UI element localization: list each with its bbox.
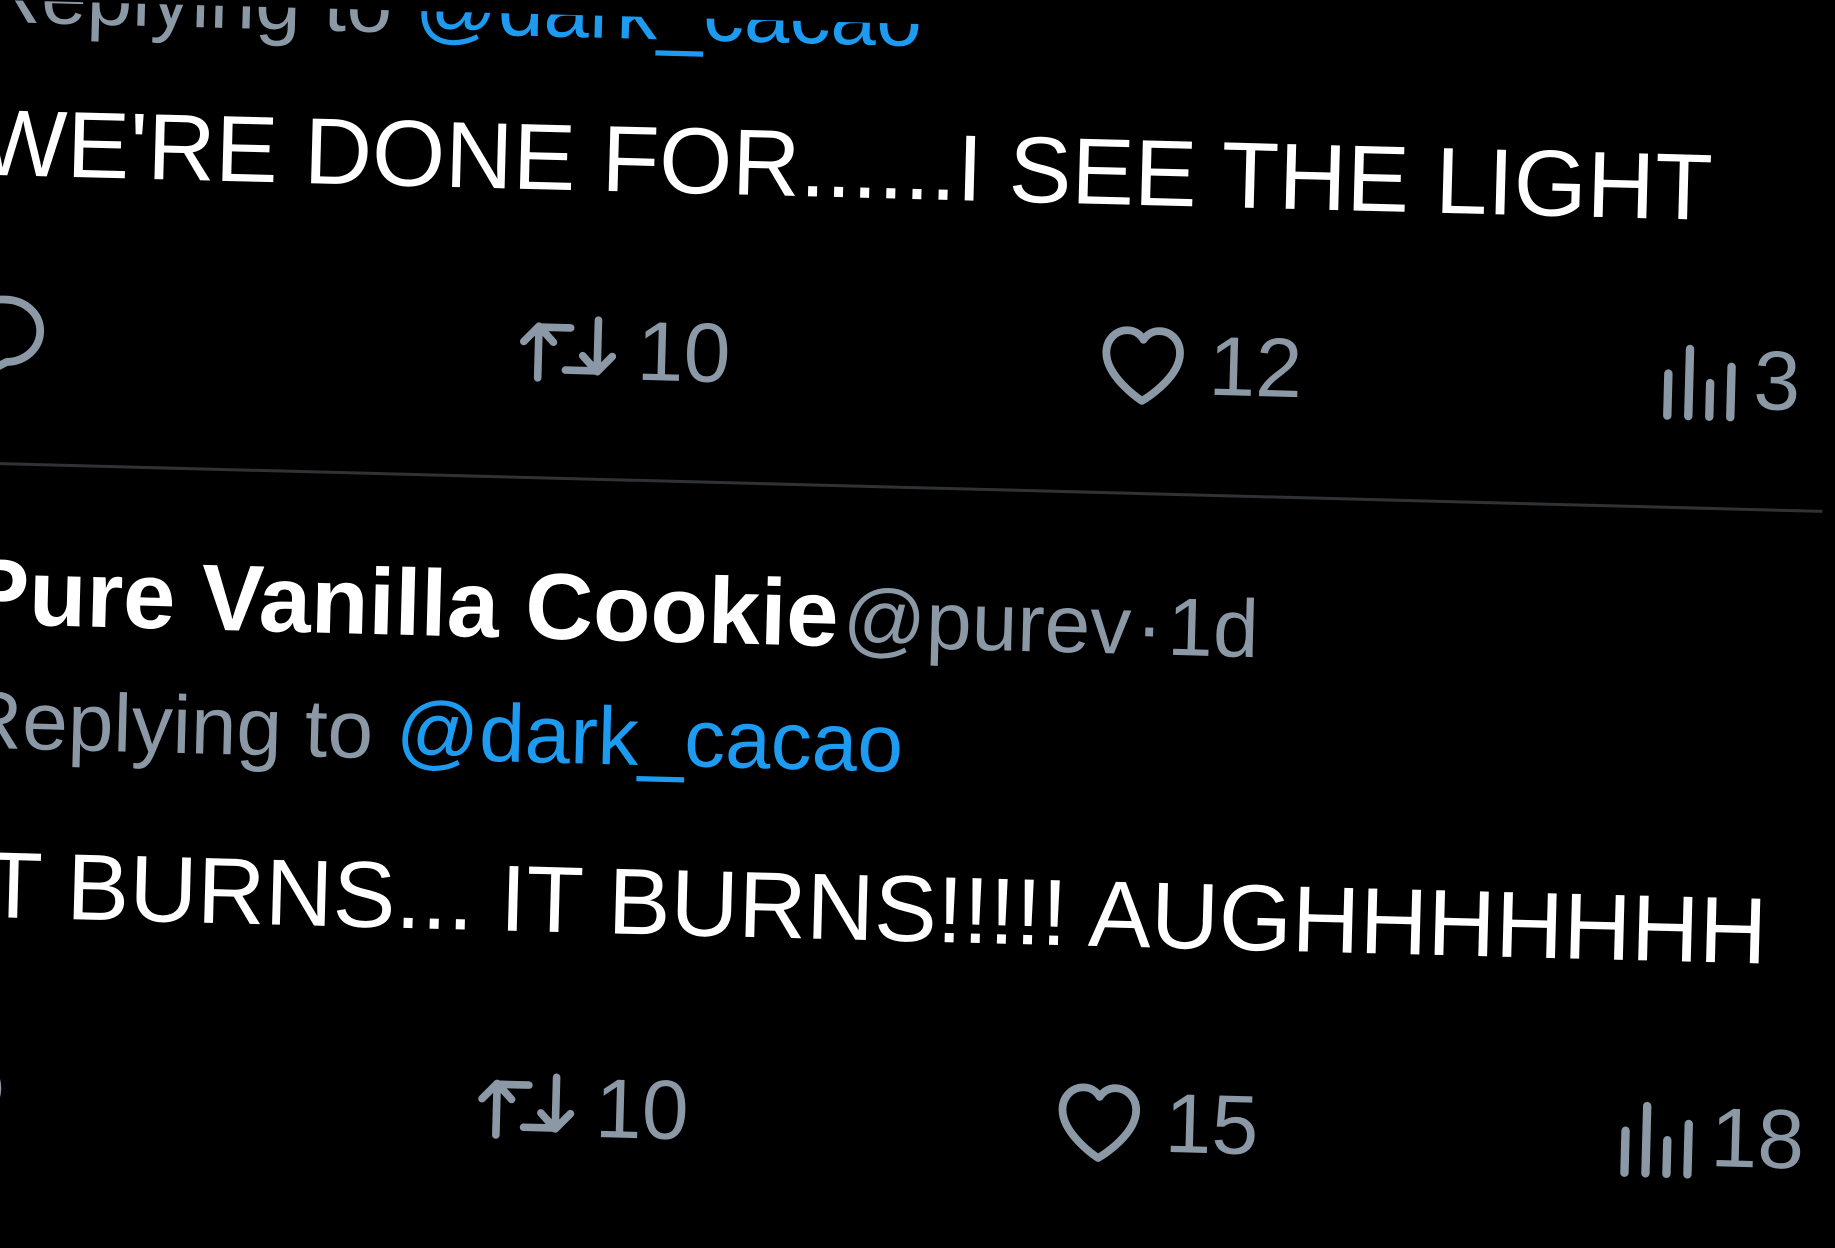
retweet-count: 10 <box>593 1060 690 1158</box>
heart-icon <box>1102 326 1184 405</box>
like-button[interactable]: 15 <box>1046 1068 1260 1177</box>
timeline: Replying to @dark_cacao WE'RE DONE FOR..… <box>0 0 1835 1248</box>
replying-to-label: Replying to <box>0 674 375 777</box>
reply-button[interactable] <box>0 1038 14 1145</box>
views-icon <box>1620 1101 1693 1179</box>
replying-to-label: Replying to <box>0 0 393 50</box>
like-count: 15 <box>1163 1075 1260 1173</box>
retweet-button[interactable]: 10 <box>470 1053 690 1163</box>
mention-link[interactable]: @dark_cacao <box>395 686 904 790</box>
author-handle[interactable]: @purev <box>842 573 1133 672</box>
views-button[interactable]: 18 <box>1611 1083 1805 1192</box>
retweet-icon <box>478 1073 575 1139</box>
views-button[interactable]: 3 <box>1654 325 1802 433</box>
like-button[interactable]: 12 <box>1090 311 1304 420</box>
retweet-icon <box>520 316 617 382</box>
tweet-actions: 10 12 3 <box>0 281 1834 451</box>
tweet-divider <box>0 461 1835 515</box>
tweet-actions: 10 15 18 <box>0 1039 1834 1209</box>
tweet-time[interactable]: 1d <box>1166 582 1260 675</box>
author-name[interactable]: Pure Vanilla Cookie <box>0 538 840 666</box>
retweet-button[interactable]: 10 <box>512 296 732 406</box>
tweet-text: IT BURNS... IT BURNS!!!!! AUGHHHHHHH <box>0 831 1769 984</box>
separator-dot: · <box>1134 580 1165 673</box>
mention-link[interactable]: @dark_cacao <box>414 0 923 64</box>
reply-context: Replying to @dark_cacao <box>0 0 923 64</box>
views-icon <box>1663 344 1736 422</box>
reply-icon <box>0 295 45 381</box>
tweet-text: WE'RE DONE FOR......I SEE THE LIGHT <box>0 89 1714 240</box>
tweet-header: Pure Vanilla Cookie @purev · 1d <box>0 538 1260 675</box>
reply-button[interactable] <box>0 281 57 388</box>
tweet-1[interactable]: Replying to @dark_cacao WE'RE DONE FOR..… <box>0 0 1835 515</box>
reply-icon <box>0 1052 2 1138</box>
views-count: 3 <box>1752 333 1802 429</box>
views-count: 18 <box>1709 1090 1806 1187</box>
heart-icon <box>1058 1083 1141 1162</box>
like-count: 12 <box>1207 318 1304 416</box>
reply-context: Replying to @dark_cacao <box>0 674 904 790</box>
retweet-count: 10 <box>635 303 732 401</box>
